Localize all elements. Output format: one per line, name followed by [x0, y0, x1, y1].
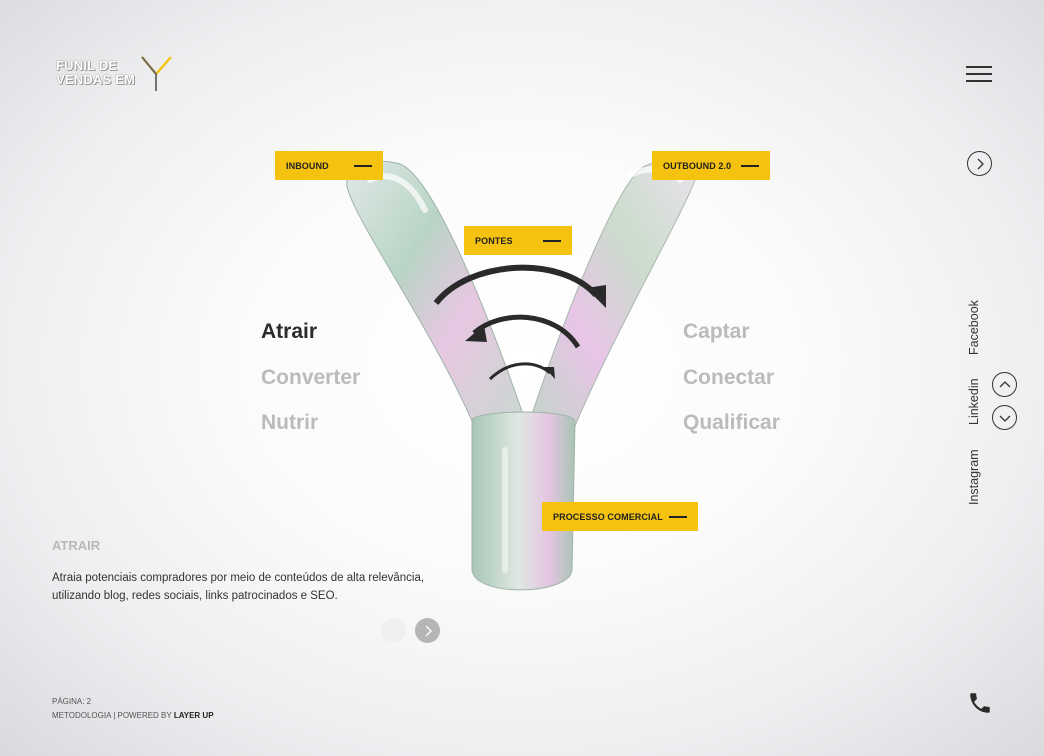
- page-indicator: PÁGINA: 2: [52, 697, 92, 706]
- social-facebook[interactable]: Facebook: [967, 300, 981, 355]
- section-description: Atraia potenciais compradores por meio d…: [52, 572, 425, 602]
- logo-line1: FUNIL DE: [56, 58, 118, 73]
- menu-icon-bar: [966, 80, 992, 82]
- bridge-arrows-graphic: [433, 264, 606, 381]
- social-instagram[interactable]: Instagram: [967, 449, 981, 505]
- tag-outbound-label: OUTBOUND 2.0: [663, 160, 732, 171]
- scroll-down-button[interactable]: [992, 405, 1017, 430]
- tag-inbound-label: INBOUND: [286, 160, 329, 171]
- logo-text: FUNIL DE VENDAS EM: [56, 59, 135, 87]
- phone-icon: [970, 693, 990, 713]
- menu-icon-bar: [966, 73, 992, 75]
- word-nutrir[interactable]: Nutrir: [261, 411, 318, 435]
- chevron-right-icon: [425, 625, 432, 636]
- footer-credits: METODOLOGIA | POWERED BY LAYER UP: [52, 709, 214, 723]
- menu-icon: [966, 66, 992, 68]
- word-captar[interactable]: Captar: [683, 320, 750, 344]
- social-linkedin[interactable]: Linkedin: [967, 378, 981, 425]
- tag-processo-comercial[interactable]: PROCESSO COMERCIAL: [542, 502, 698, 531]
- slider-prev-button[interactable]: [381, 618, 406, 643]
- word-converter[interactable]: Converter: [261, 366, 360, 390]
- tag-line: [354, 165, 372, 167]
- phone-button[interactable]: [967, 690, 993, 716]
- footer: PÁGINA: 2 METODOLOGIA | POWERED BY LAYER…: [52, 695, 214, 723]
- chevron-right-icon: [977, 158, 984, 169]
- tag-outbound[interactable]: OUTBOUND 2.0: [652, 151, 770, 180]
- slider-next-button[interactable]: [415, 618, 440, 643]
- footer-brand-link[interactable]: LAYER UP: [174, 711, 214, 720]
- tag-inbound[interactable]: INBOUND: [275, 151, 383, 180]
- chevron-up-icon: [999, 380, 1010, 387]
- tag-pontes-label: PONTES: [475, 235, 513, 246]
- logo-line2: VENDAS EM: [56, 72, 136, 87]
- next-page-button[interactable]: [967, 151, 992, 176]
- logo-y-icon: [141, 56, 172, 91]
- menu-button[interactable]: [966, 64, 994, 84]
- word-conectar[interactable]: Conectar: [683, 366, 774, 390]
- tag-line: [669, 516, 687, 518]
- tag-line: [741, 165, 759, 167]
- logo[interactable]: FUNIL DE VENDAS EM: [56, 55, 176, 95]
- footer-credits-prefix: METODOLOGIA | POWERED BY: [52, 711, 174, 720]
- word-qualificar[interactable]: Qualificar: [683, 411, 780, 435]
- tag-pontes[interactable]: PONTES: [464, 226, 572, 255]
- word-atrair[interactable]: Atrair: [261, 320, 317, 344]
- scroll-up-button[interactable]: [992, 372, 1017, 397]
- tag-processo-label: PROCESSO COMERCIAL: [553, 511, 663, 522]
- chevron-down-icon: [999, 415, 1010, 422]
- tag-line: [543, 240, 561, 242]
- section-title: ATRAIR: [52, 538, 101, 553]
